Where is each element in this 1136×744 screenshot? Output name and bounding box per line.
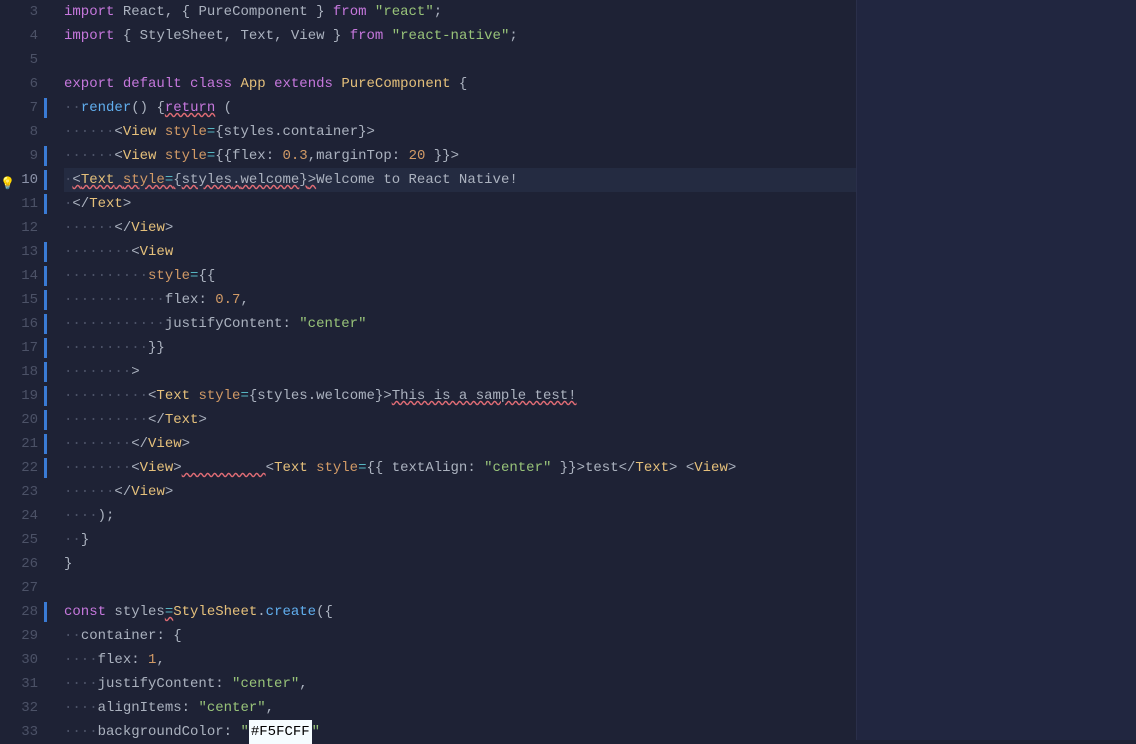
line-number: 6 (0, 72, 38, 96)
line-number-gutter: 3 4 5 6 7 8 9 10 11 12 13 14 15 16 17 18… (0, 0, 50, 740)
line-number: 27 (0, 576, 38, 600)
line-number: 25 (0, 528, 38, 552)
code-editor[interactable]: 💡 3 4 5 6 7 8 9 10 11 12 13 14 15 16 17 … (0, 0, 1136, 740)
line-number: 21 (0, 432, 38, 456)
color-swatch: #F5FCFF (249, 720, 312, 744)
line-number: 7 (0, 96, 38, 120)
line-number: 26 (0, 552, 38, 576)
line-number: 30 (0, 648, 38, 672)
line-number: 18 (0, 360, 38, 384)
line-number: 29 (0, 624, 38, 648)
line-number: 28 (0, 600, 38, 624)
line-number: 12 (0, 216, 38, 240)
line-number: 20 (0, 408, 38, 432)
line-number: 14 (0, 264, 38, 288)
line-number: 32 (0, 696, 38, 720)
line-number: 9 (0, 144, 38, 168)
right-panel (856, 0, 1136, 740)
line-number: 13 (0, 240, 38, 264)
line-number: 19 (0, 384, 38, 408)
line-number: 23 (0, 480, 38, 504)
line-number: 24 (0, 504, 38, 528)
line-number: 10 (0, 168, 38, 192)
line-number: 16 (0, 312, 38, 336)
line-number: 17 (0, 336, 38, 360)
line-number: 22 (0, 456, 38, 480)
line-number: 15 (0, 288, 38, 312)
line-number: 33 (0, 720, 38, 744)
line-number: 5 (0, 48, 38, 72)
line-number: 11 (0, 192, 38, 216)
line-number: 4 (0, 24, 38, 48)
line-number: 8 (0, 120, 38, 144)
line-number: 31 (0, 672, 38, 696)
line-number: 3 (0, 0, 38, 24)
